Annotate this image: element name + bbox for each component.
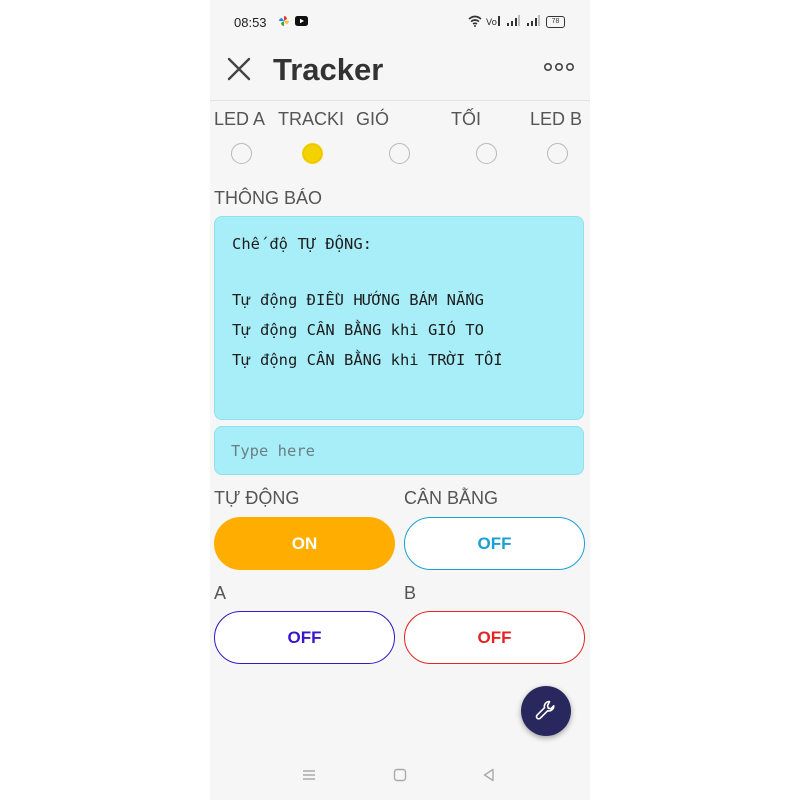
signal-2-icon	[527, 15, 540, 26]
segment-label-tracking: TRACKI	[278, 109, 345, 129]
status-time: 08:53	[234, 15, 267, 30]
volte-icon: Vo	[486, 16, 500, 27]
segment-radio-gio[interactable]	[389, 143, 410, 164]
terminal-line: Tự động ĐIỀU HƯỚNG BÁM NẮNG	[232, 291, 484, 309]
terminal-line: Chế độ TỰ ĐỘNG:	[232, 235, 372, 253]
terminal-line: Tự động CÂN BẰNG khi GIÓ TO	[232, 321, 484, 339]
pinwheel-icon	[279, 16, 289, 26]
header-divider	[210, 100, 590, 101]
back-triangle-icon[interactable]	[482, 768, 496, 782]
close-icon[interactable]	[226, 56, 252, 82]
segment-label-toi: TỐI	[451, 109, 481, 129]
app-header: Tracker	[210, 44, 590, 100]
battery-icon: 78	[546, 16, 565, 28]
more-icon[interactable]	[544, 62, 574, 72]
phone-screen: 08:53 Vo 78 Tracker LED A TRACKI GIÓ TỐI…	[210, 0, 590, 800]
svg-text:Vo: Vo	[486, 18, 497, 27]
notification-label: THÔNG BÁO	[214, 188, 323, 208]
menu-icon[interactable]	[302, 768, 316, 782]
settings-fab[interactable]	[521, 686, 571, 736]
notification-terminal: Chế độ TỰ ĐỘNG: Tự động ĐIỀU HƯỚNG BÁM N…	[214, 216, 584, 420]
can-bang-switch-button[interactable]: OFF	[404, 517, 585, 570]
segment-radio-led-a[interactable]	[231, 143, 252, 164]
segment-label-gio: GIÓ	[356, 109, 390, 129]
tu-dong-switch-button[interactable]: ON	[214, 517, 395, 570]
segment-label-led-b: LED B	[530, 109, 583, 129]
page-title: Tracker	[273, 52, 384, 87]
a-switch-button[interactable]: OFF	[214, 611, 395, 664]
segment-label-led-a: LED A	[214, 109, 266, 129]
youtube-icon	[295, 16, 308, 26]
wifi-icon	[468, 15, 482, 27]
switch-label-can-bang: CÂN BẰNG	[404, 488, 499, 508]
segment-radio-led-b[interactable]	[547, 143, 568, 164]
segment-radio-tracking[interactable]	[302, 143, 323, 164]
home-square-icon[interactable]	[393, 768, 407, 782]
terminal-line: Tự động CÂN BẰNG khi TRỜI TỐI	[232, 351, 503, 369]
wrench-icon	[535, 700, 555, 720]
status-bar: 08:53 Vo 78	[210, 0, 590, 44]
terminal-input[interactable]	[214, 426, 584, 475]
signal-icon	[507, 15, 520, 26]
switch-label-tu-dong: TỰ ĐỘNG	[214, 488, 300, 508]
switch-label-b: B	[404, 583, 417, 603]
switch-label-a: A	[214, 583, 227, 603]
b-switch-button[interactable]: OFF	[404, 611, 585, 664]
segment-radio-toi[interactable]	[476, 143, 497, 164]
